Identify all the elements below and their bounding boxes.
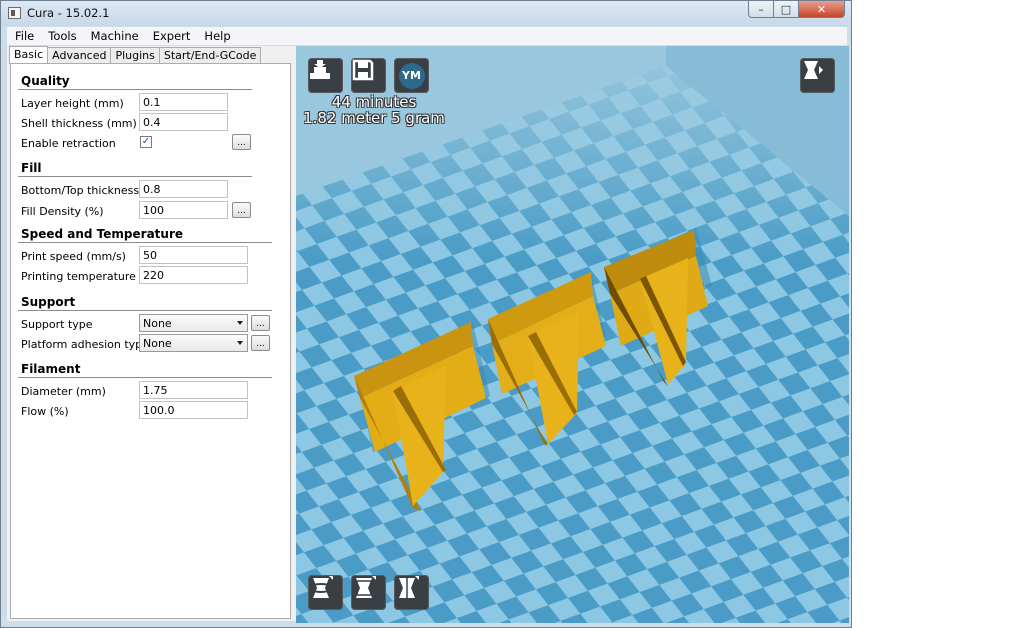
save-toolpath-icon [352, 59, 374, 81]
support-type-select[interactable]: None [139, 314, 248, 332]
mirror-button[interactable] [394, 575, 429, 610]
menu-help[interactable]: Help [197, 29, 237, 43]
printing-temperature-label: Printing temperature (C) [21, 270, 156, 283]
print-speed-input[interactable]: 50 [139, 246, 248, 264]
support-type-label: Support type [21, 318, 93, 331]
cura-window: Cura - 15.02.1 – □ ✕ File Tools Machine … [0, 0, 852, 628]
adhesion-options-button[interactable]: ... [251, 335, 270, 351]
support-options-button[interactable]: ... [251, 315, 270, 331]
flow-label: Flow (%) [21, 405, 69, 418]
3d-viewport[interactable]: YM 44 minutes 1.82 meter 5 gram [296, 46, 849, 623]
print-time: 44 minutes [331, 93, 417, 111]
menu-expert[interactable]: Expert [146, 29, 198, 43]
chevron-down-icon [237, 341, 243, 345]
mirror-icon [399, 576, 419, 599]
layer-height-input[interactable]: 0.1 [139, 93, 228, 111]
support-type-value: None [143, 317, 172, 330]
title-bar: Cura - 15.02.1 – □ ✕ [1, 1, 851, 26]
tab-advanced[interactable]: Advanced [47, 47, 112, 63]
view-mode-button[interactable] [800, 58, 835, 93]
section-divider [18, 242, 272, 243]
menu-tools[interactable]: Tools [41, 29, 83, 43]
scale-button[interactable] [351, 575, 386, 610]
save-toolpath-button[interactable] [351, 58, 386, 93]
section-speed-title: Speed and Temperature [21, 227, 183, 241]
menu-machine[interactable]: Machine [84, 29, 146, 43]
account-button[interactable]: YM [394, 58, 429, 93]
platform-adhesion-value: None [143, 337, 172, 350]
section-divider [18, 310, 272, 311]
print-material: 1.82 meter 5 gram [303, 109, 445, 127]
layer-height-label: Layer height (mm) [21, 97, 124, 110]
scale-icon [356, 576, 376, 598]
section-divider [18, 89, 252, 90]
enable-retraction-checkbox[interactable]: ✓ [140, 136, 152, 148]
section-quality-title: Quality [21, 74, 70, 88]
diameter-input[interactable]: 1.75 [139, 381, 248, 399]
load-model-button[interactable] [308, 58, 343, 93]
menu-file[interactable]: File [7, 29, 41, 43]
rotate-button[interactable] [308, 575, 343, 610]
print-speed-label: Print speed (mm/s) [21, 250, 126, 263]
shell-thickness-label: Shell thickness (mm) [21, 117, 137, 130]
minimize-button[interactable]: – [748, 1, 774, 18]
section-divider [18, 176, 252, 177]
close-button[interactable]: ✕ [799, 1, 845, 18]
section-fill-title: Fill [21, 161, 42, 175]
printing-temperature-input[interactable]: 220 [139, 266, 248, 284]
build-plate-scene [296, 46, 849, 623]
platform-adhesion-label: Platform adhesion type [21, 338, 149, 351]
rotate-icon [309, 576, 333, 598]
shell-thickness-input[interactable]: 0.4 [139, 113, 228, 131]
fill-density-input[interactable]: 100 [139, 201, 228, 219]
bottom-top-thickness-input[interactable]: 0.8 [139, 180, 228, 198]
account-badge: YM [398, 62, 425, 89]
section-support-title: Support [21, 295, 76, 309]
tab-basic[interactable]: Basic [9, 46, 49, 64]
retraction-options-button[interactable]: ... [232, 134, 251, 150]
basic-settings-page: Quality Layer height (mm) 0.1 Shell thic… [10, 63, 291, 619]
chevron-down-icon [237, 321, 243, 325]
settings-panel: Basic Advanced Plugins Start/End-GCode Q… [7, 46, 296, 621]
fill-density-options-button[interactable]: ... [232, 202, 251, 218]
app-icon [8, 7, 21, 19]
tab-plugins[interactable]: Plugins [110, 47, 160, 63]
tab-start-end-gcode[interactable]: Start/End-GCode [158, 47, 262, 63]
section-filament-title: Filament [21, 362, 81, 376]
diameter-label: Diameter (mm) [21, 385, 106, 398]
enable-retraction-label: Enable retraction [21, 137, 116, 150]
flow-input[interactable]: 100.0 [139, 401, 248, 419]
maximize-button[interactable]: □ [774, 1, 799, 18]
fill-density-label: Fill Density (%) [21, 205, 104, 218]
section-divider [18, 377, 272, 378]
view-mode-icon [804, 61, 823, 79]
platform-adhesion-select[interactable]: None [139, 334, 248, 352]
menu-bar: File Tools Machine Expert Help [7, 27, 847, 46]
window-title: Cura - 15.02.1 [27, 6, 110, 20]
load-model-icon [310, 60, 330, 79]
settings-tabs: Basic Advanced Plugins Start/End-GCode [9, 46, 262, 64]
